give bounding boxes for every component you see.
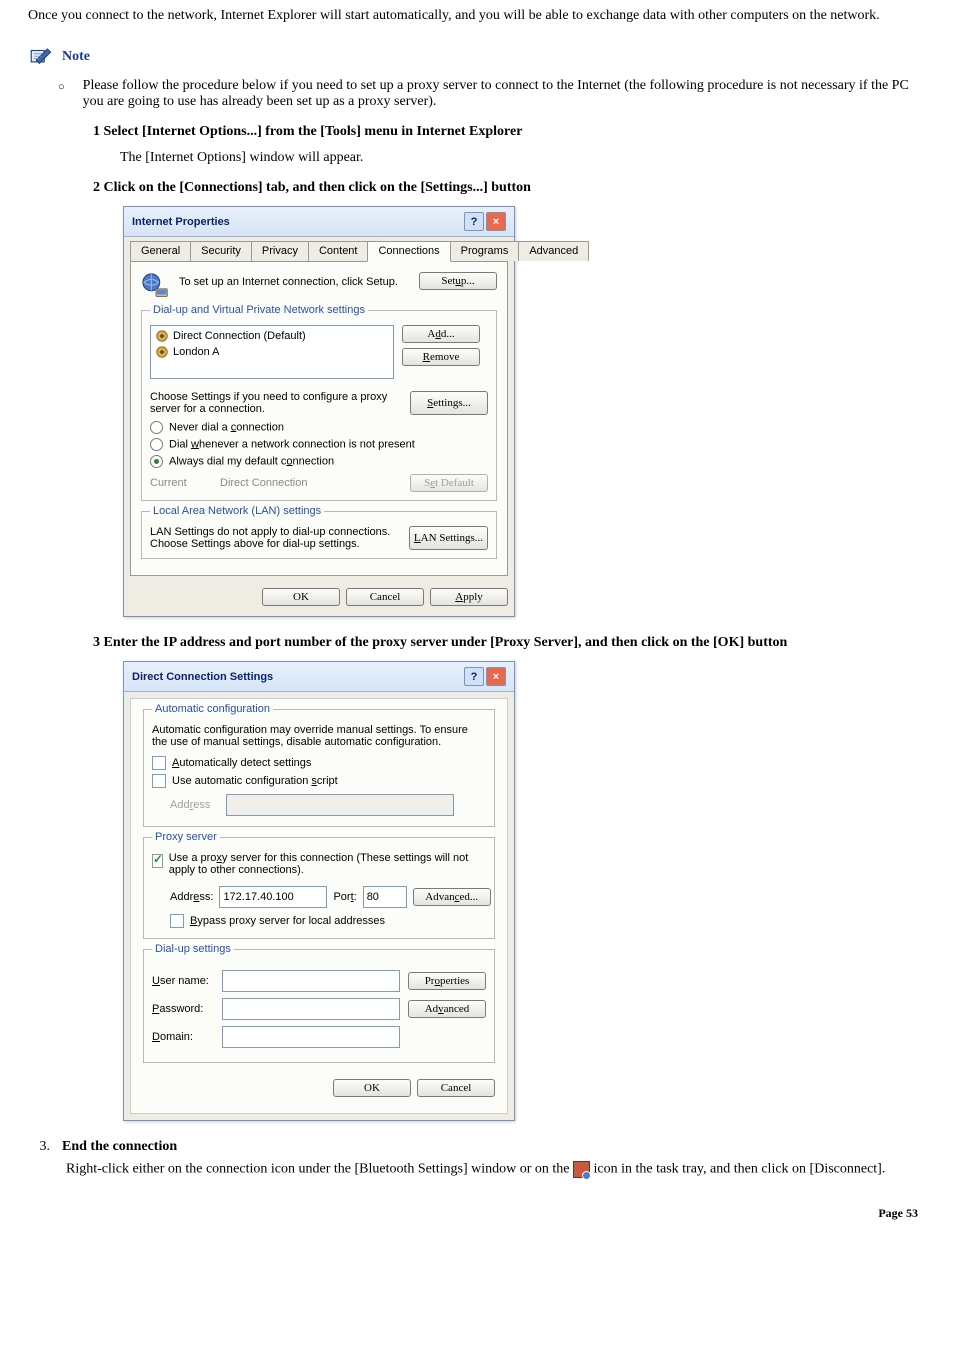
use-proxy-checkbox[interactable] bbox=[152, 854, 163, 868]
radio-dial-whenever-label: Dial whenever a network connection is no… bbox=[169, 438, 415, 450]
note-label: Note bbox=[62, 49, 90, 65]
auto-config-text: Automatic configuration may override man… bbox=[152, 724, 486, 748]
use-proxy-label: Use a proxy server for this connection (… bbox=[169, 852, 486, 876]
cancel-button[interactable]: Cancel bbox=[417, 1079, 495, 1097]
remove-button[interactable]: Remove bbox=[402, 348, 480, 366]
domain-label: Domain: bbox=[152, 1031, 222, 1043]
note-header: Note bbox=[28, 44, 926, 70]
radio-never-label: Never dial a connection bbox=[169, 421, 284, 433]
bypass-label: Bypass proxy server for local addresses bbox=[190, 915, 385, 927]
settings-button[interactable]: Settings... bbox=[410, 391, 488, 415]
dialog-title-text: Internet Properties bbox=[132, 216, 230, 228]
auto-detect-label: Automatically detect settings bbox=[172, 757, 311, 769]
bullet-circle-icon: ○ bbox=[58, 81, 65, 93]
username-label: User name: bbox=[152, 975, 222, 987]
tab-privacy[interactable]: Privacy bbox=[251, 241, 309, 261]
bluetooth-tray-icon bbox=[573, 1161, 590, 1178]
use-script-label: Use automatic configuration script bbox=[172, 775, 338, 787]
choose-settings-text: Choose Settings if you need to configure… bbox=[150, 391, 410, 415]
radio-always[interactable] bbox=[150, 455, 163, 468]
set-default-button: Set Default bbox=[410, 474, 488, 492]
help-icon[interactable]: ? bbox=[464, 667, 484, 686]
username-input[interactable] bbox=[222, 970, 400, 992]
connection-item[interactable]: London A bbox=[153, 344, 391, 360]
radio-always-label: Always dial my default connection bbox=[169, 455, 334, 467]
lan-text: LAN Settings do not apply to dial-up con… bbox=[150, 526, 409, 550]
end-text-a: Right-click either on the connection ico… bbox=[66, 1162, 570, 1177]
dialup-settings-legend: Dial-up settings bbox=[152, 943, 234, 955]
cancel-button[interactable]: Cancel bbox=[346, 588, 424, 606]
connection-item[interactable]: Direct Connection (Default) bbox=[153, 328, 391, 344]
radio-never[interactable] bbox=[150, 421, 163, 434]
end-text-b: icon in the task tray, and then click on… bbox=[594, 1162, 886, 1177]
step3-title: 3 Enter the IP address and port number o… bbox=[93, 635, 926, 651]
use-script-checkbox[interactable] bbox=[152, 774, 166, 788]
lan-settings-button[interactable]: LAN Settings... bbox=[409, 526, 488, 550]
apply-button[interactable]: Apply bbox=[430, 588, 508, 606]
bypass-checkbox[interactable] bbox=[170, 914, 184, 928]
ok-button[interactable]: OK bbox=[262, 588, 340, 606]
list-number: 3. bbox=[28, 1139, 50, 1155]
current-value: Direct Connection bbox=[220, 477, 410, 489]
tab-connections[interactable]: Connections bbox=[367, 241, 450, 262]
proxy-address-input[interactable] bbox=[219, 886, 327, 908]
proxy-legend: Proxy server bbox=[152, 831, 220, 843]
address-label: Address bbox=[170, 799, 226, 811]
proxy-address-label: Address: bbox=[170, 891, 213, 903]
direct-connection-settings-dialog: Direct Connection Settings ? × Automatic… bbox=[123, 661, 515, 1121]
tab-security[interactable]: Security bbox=[190, 241, 252, 261]
script-address-input bbox=[226, 794, 454, 816]
intro-paragraph: Once you connect to the network, Interne… bbox=[28, 8, 926, 24]
tab-advanced[interactable]: Advanced bbox=[518, 241, 589, 261]
note-bullet: ○ Please follow the procedure below if y… bbox=[58, 78, 926, 110]
dialup-legend: Dial-up and Virtual Private Network sett… bbox=[150, 304, 368, 316]
page-number: Page 53 bbox=[28, 1206, 926, 1221]
add-button[interactable]: Add... bbox=[402, 325, 480, 343]
step2-title: 2 Click on the [Connections] tab, and th… bbox=[93, 180, 926, 196]
help-icon[interactable]: ? bbox=[464, 212, 484, 231]
auto-config-legend: Automatic configuration bbox=[152, 703, 273, 715]
setup-text: To set up an Internet connection, click … bbox=[179, 272, 419, 288]
close-icon[interactable]: × bbox=[486, 212, 506, 231]
lan-legend: Local Area Network (LAN) settings bbox=[150, 505, 324, 517]
setup-button[interactable]: Setup... bbox=[419, 272, 497, 290]
advanced2-button[interactable]: Advanced bbox=[408, 1000, 486, 1018]
password-label: Password: bbox=[152, 1003, 222, 1015]
network-icon bbox=[155, 345, 169, 359]
note-icon bbox=[28, 44, 54, 70]
tab-general[interactable]: General bbox=[130, 241, 191, 261]
advanced-button[interactable]: Advanced... bbox=[413, 888, 491, 906]
end-title: End the connection bbox=[62, 1139, 177, 1155]
auto-detect-checkbox[interactable] bbox=[152, 756, 166, 770]
end-connection-section: 3. End the connection Right-click either… bbox=[28, 1139, 926, 1178]
step1-desc: The [Internet Options] window will appea… bbox=[120, 150, 926, 166]
network-icon bbox=[155, 329, 169, 343]
ok-button[interactable]: OK bbox=[333, 1079, 411, 1097]
domain-input[interactable] bbox=[222, 1026, 400, 1048]
note-text: Please follow the procedure below if you… bbox=[83, 78, 926, 110]
globe-icon bbox=[141, 272, 171, 302]
connections-list[interactable]: Direct Connection (Default) London A bbox=[150, 325, 394, 379]
tab-content[interactable]: Content bbox=[308, 241, 369, 261]
tab-programs[interactable]: Programs bbox=[450, 241, 520, 261]
proxy-port-label: Port: bbox=[333, 891, 356, 903]
dialog-title-text: Direct Connection Settings bbox=[132, 671, 273, 683]
tabs: General Security Privacy Content Connect… bbox=[130, 241, 508, 262]
step1-title: 1 Select [Internet Options...] from the … bbox=[93, 124, 926, 140]
radio-dial-whenever[interactable] bbox=[150, 438, 163, 451]
properties-button[interactable]: Properties bbox=[408, 972, 486, 990]
current-label: Current bbox=[150, 477, 220, 489]
password-input[interactable] bbox=[222, 998, 400, 1020]
internet-properties-dialog: Internet Properties ? × General Security… bbox=[123, 206, 515, 617]
proxy-port-input[interactable] bbox=[363, 886, 407, 908]
close-icon[interactable]: × bbox=[486, 667, 506, 686]
